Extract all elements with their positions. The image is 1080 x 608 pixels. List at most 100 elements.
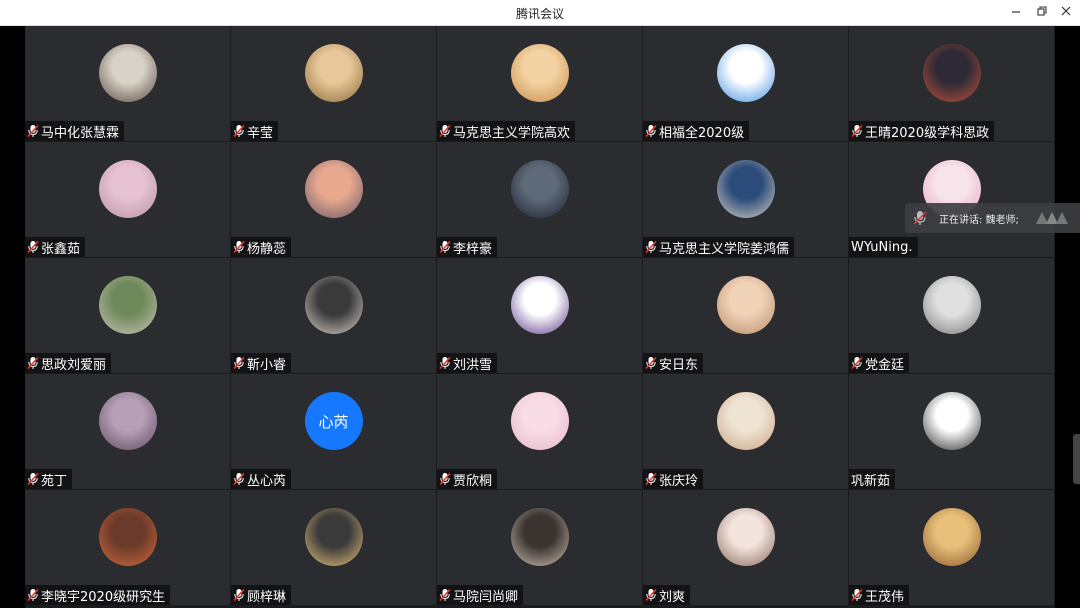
- avatar: [304, 276, 363, 334]
- participant-name: 王茂伟: [865, 589, 905, 605]
- participant-name: WYuNing.: [851, 239, 913, 255]
- avatar: [510, 44, 569, 102]
- avatar: [98, 160, 157, 218]
- participant-tile[interactable]: 巩新茹: [849, 374, 1055, 490]
- name-bar: 思政刘爱丽: [25, 353, 112, 373]
- mic-muted-icon: [645, 472, 657, 486]
- participant-tile[interactable]: 思政刘爱丽: [25, 258, 231, 374]
- mic-muted-icon: [851, 356, 863, 370]
- mic-muted-icon: [27, 124, 39, 138]
- video-stage: 马中化张慧霖 辛莹 马克思主义学院高欢 相福全2020级 王晴2020级学科思政张鑫茹 杨…: [0, 26, 1080, 608]
- avatar: [98, 392, 157, 450]
- mic-muted-icon: [645, 240, 657, 254]
- name-bar: 王晴2020级学科思政: [849, 121, 995, 141]
- participant-name: 安日东: [659, 357, 699, 373]
- participant-name: 李晓宇2020级研究生: [41, 589, 166, 605]
- name-bar: 王茂伟: [849, 585, 910, 605]
- participant-tile[interactable]: 李梓豪: [437, 142, 643, 258]
- name-bar: 巩新茹: [849, 469, 896, 489]
- title-bar: 腾讯会议: [0, 0, 1080, 26]
- avatar: [304, 160, 363, 218]
- mic-muted-icon: [233, 472, 245, 486]
- participant-tile[interactable]: 张鑫茹: [25, 142, 231, 258]
- mic-muted-icon: [233, 124, 245, 138]
- participant-tile[interactable]: 刘洪雪: [437, 258, 643, 374]
- participant-tile[interactable]: 马中化张慧霖: [25, 26, 231, 142]
- participant-tile[interactable]: 苑丁: [25, 374, 231, 490]
- name-bar: 马中化张慧霖: [25, 121, 125, 141]
- mic-muted-icon: [27, 588, 39, 602]
- name-bar: 刘爽: [643, 585, 691, 605]
- participant-tile[interactable]: 安日东: [643, 258, 849, 374]
- mic-muted-icon: [233, 356, 245, 370]
- name-bar: WYuNing.: [849, 237, 918, 257]
- name-bar: 李晓宇2020级研究生: [25, 585, 171, 605]
- participant-tile[interactable]: 顾梓琳: [231, 490, 437, 606]
- participant-name: 马中化张慧霖: [41, 125, 120, 141]
- participant-name: 贾欣桐: [453, 473, 493, 489]
- close-icon[interactable]: [1054, 4, 1078, 22]
- avatar: [510, 392, 569, 450]
- participant-grid: 马中化张慧霖 辛莹 马克思主义学院高欢 相福全2020级 王晴2020级学科思政张鑫茹 杨…: [25, 26, 1055, 608]
- avatar: [98, 276, 157, 334]
- participant-name: 马克思主义学院姜鸿儒: [659, 241, 790, 257]
- participant-tile[interactable]: 党金廷: [849, 258, 1055, 374]
- participant-tile[interactable]: 张庆玲: [643, 374, 849, 490]
- mic-muted-icon: [439, 124, 451, 138]
- participant-tile[interactable]: 王茂伟: [849, 490, 1055, 606]
- mic-muted-icon: [439, 240, 451, 254]
- mic-muted-icon: [851, 588, 863, 602]
- participant-tile[interactable]: 马克思主义学院高欢: [437, 26, 643, 142]
- window-title: 腾讯会议: [515, 7, 564, 21]
- avatar: [510, 276, 569, 334]
- participant-name: 马克思主义学院高欢: [453, 125, 571, 141]
- avatar: [716, 508, 775, 566]
- avatar: [716, 160, 775, 218]
- mic-muted-icon: [439, 356, 451, 370]
- name-bar: 马克思主义学院高欢: [437, 121, 576, 141]
- name-bar: 刘洪雪: [437, 353, 498, 373]
- participant-name: 张鑫茹: [41, 241, 81, 257]
- mic-muted-icon: [645, 124, 657, 138]
- mic-muted-icon: [645, 356, 657, 370]
- participant-tile[interactable]: 马克思主义学院姜鸿儒: [643, 142, 849, 258]
- participant-tile[interactable]: 杨静蕊: [231, 142, 437, 258]
- participant-name: 顾梓琳: [247, 589, 287, 605]
- participant-tile[interactable]: 刘爽: [643, 490, 849, 606]
- name-bar: 贾欣桐: [437, 469, 498, 489]
- participant-name: 刘洪雪: [453, 357, 493, 373]
- mic-muted-icon: [439, 472, 451, 486]
- avatar: [716, 276, 775, 334]
- participant-tile[interactable]: 心芮丛心芮: [231, 374, 437, 490]
- mic-muted-icon: [645, 588, 657, 602]
- avatar: [922, 44, 981, 102]
- speaking-label: 正在讲话: 魏老师;: [939, 214, 1019, 226]
- avatar: [98, 44, 157, 102]
- mic-muted-icon: [439, 588, 451, 602]
- participant-name: 相福全2020级: [659, 125, 745, 141]
- mic-muted-icon: [27, 240, 39, 254]
- avatar: [304, 44, 363, 102]
- participant-tile[interactable]: 靳小睿: [231, 258, 437, 374]
- participant-tile[interactable]: WYuNing.: [849, 142, 1055, 258]
- avatar: 心芮: [304, 392, 363, 450]
- speaking-avatars-icon: [1036, 212, 1068, 224]
- participant-tile[interactable]: 马院闫尚卿: [437, 490, 643, 606]
- participant-name: 思政刘爱丽: [41, 357, 107, 373]
- participant-tile[interactable]: 相福全2020级: [643, 26, 849, 142]
- participant-name: 王晴2020级学科思政: [865, 125, 990, 141]
- participant-tile[interactable]: 贾欣桐: [437, 374, 643, 490]
- minimize-icon[interactable]: [1004, 4, 1028, 22]
- side-panel-handle[interactable]: [1073, 434, 1080, 484]
- participant-name: 张庆玲: [659, 473, 699, 489]
- name-bar: 苑丁: [25, 469, 73, 489]
- participant-name: 刘爽: [659, 589, 686, 605]
- microphone-icon: [913, 211, 927, 225]
- participant-tile[interactable]: 王晴2020级学科思政: [849, 26, 1055, 142]
- participant-tile[interactable]: 辛莹: [231, 26, 437, 142]
- avatar: [922, 276, 981, 334]
- participant-name: 丛心芮: [247, 473, 287, 489]
- participant-name: 马院闫尚卿: [453, 589, 519, 605]
- participant-tile[interactable]: 李晓宇2020级研究生: [25, 490, 231, 606]
- restore-icon[interactable]: [1030, 4, 1054, 22]
